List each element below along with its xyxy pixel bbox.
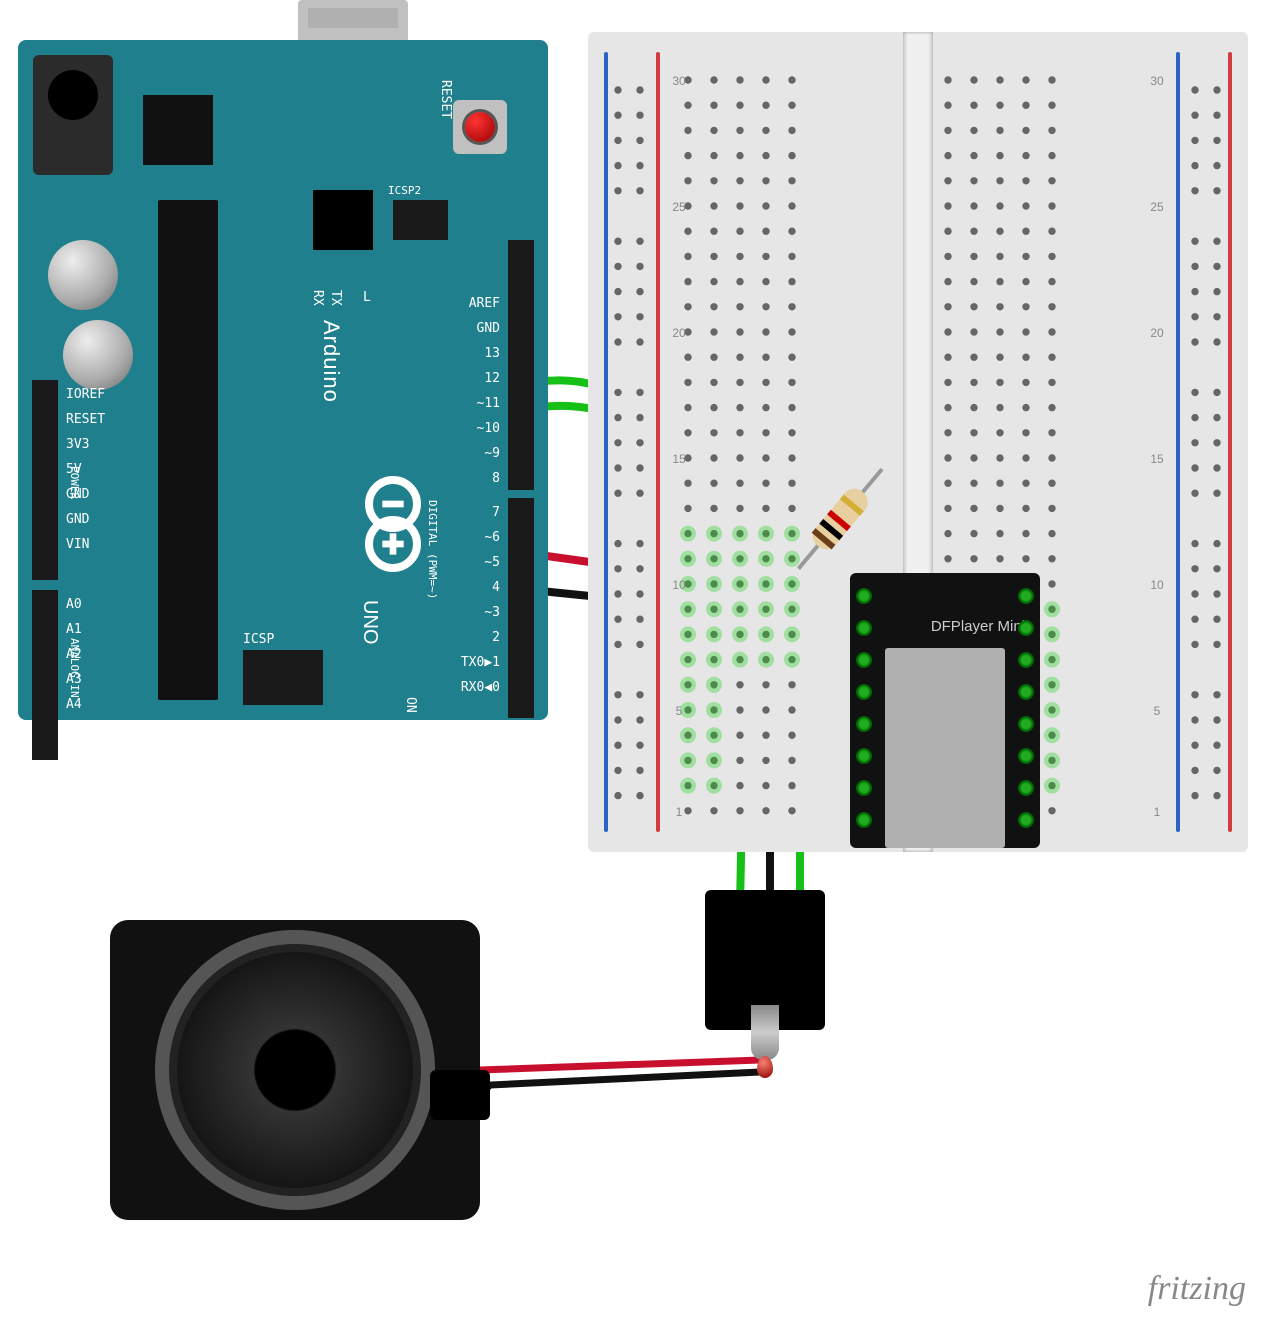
dfplayer-title: DFPlayer Mini — [931, 618, 1025, 635]
speaker-cone-icon — [155, 930, 435, 1210]
on-led-label: ON — [403, 697, 418, 713]
dfplayer-mini-module[interactable]: DFPlayer Mini — [850, 573, 1040, 848]
brand-label: Arduino — [318, 320, 344, 403]
analog-header[interactable] — [32, 590, 58, 760]
model-label: UNO — [358, 600, 381, 644]
power-header[interactable] — [32, 380, 58, 580]
icsp2-label: ICSP2 — [388, 184, 421, 197]
digital-header-1[interactable] — [508, 240, 534, 490]
watermark: fritzing — [1148, 1270, 1246, 1308]
sd-slot-icon — [885, 648, 1005, 848]
mcu-chip-icon — [158, 200, 218, 700]
speaker — [110, 920, 480, 1220]
audio-jack[interactable] — [705, 890, 825, 1030]
arduino-logo-icon — [353, 460, 433, 580]
arduino-uno: Arduino UNO RESET ICSP ICSP2 ON TX RX L … — [18, 0, 548, 720]
reset-label: RESET — [438, 80, 453, 119]
barrel-jack-icon — [33, 55, 113, 175]
icsp-label: ICSP — [243, 632, 274, 647]
digital-header-2[interactable] — [508, 498, 534, 718]
icsp-header-icon — [243, 650, 323, 705]
reset-button[interactable] — [453, 100, 507, 154]
plug-icon — [751, 1005, 779, 1060]
